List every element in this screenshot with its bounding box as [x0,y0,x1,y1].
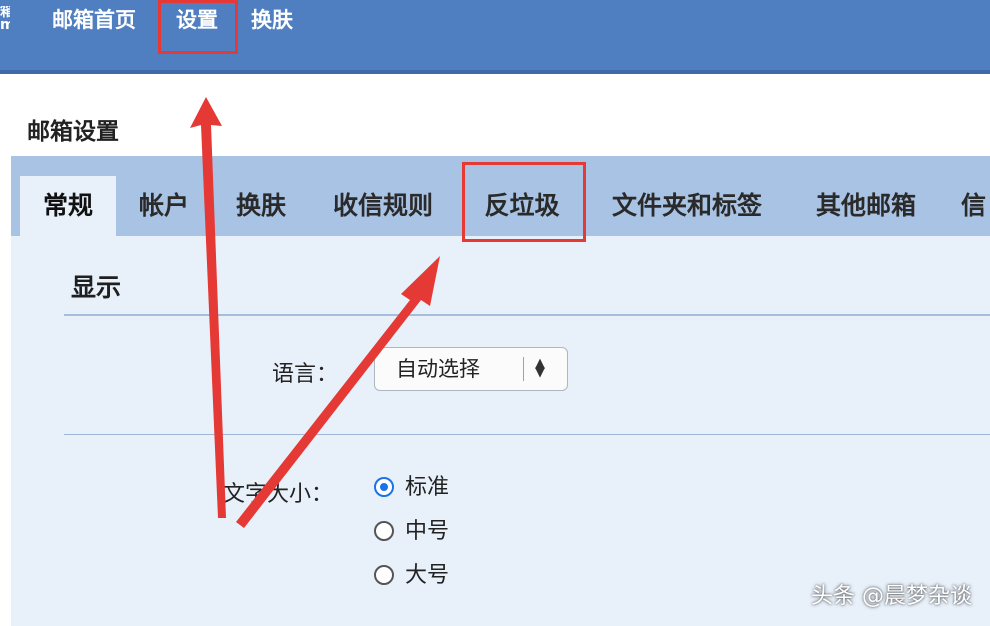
nav-mail-home[interactable]: 邮箱首页 [52,6,136,34]
radio-large[interactable] [374,565,394,585]
font-size-label: 文字大小： [223,482,334,507]
radio-label-standard: 标准 [405,475,450,500]
tab-general[interactable]: 常规 [20,176,116,236]
updown-arrows-icon: ▲ ▼ [535,356,545,380]
logo: 箱m [0,6,10,32]
tab-other-mailboxes[interactable]: 其他邮箱 [806,176,926,236]
page-title: 邮箱设置 [27,119,119,145]
tab-anti-spam[interactable]: 反垃圾 [463,176,581,236]
radio-medium[interactable] [374,521,394,541]
language-select-value: 自动选择 [396,357,480,381]
settings-panel: 邮箱设置 常规 帐户 换肤 收信规则 反垃圾 文件夹和标签 其他邮箱 信 显示 … [0,84,990,626]
tab-folders-labels[interactable]: 文件夹和标签 [601,176,773,236]
select-separator [523,357,524,381]
settings-content: 常规 帐户 换肤 收信规则 反垃圾 文件夹和标签 其他邮箱 信 显示 语言： 自… [11,156,990,626]
language-label: 语言： [272,362,339,387]
section-title-display: 显示 [71,273,122,302]
tab-mail-rules[interactable]: 收信规则 [321,176,445,236]
radio-label-large: 大号 [405,563,450,588]
top-nav-bar: 箱m 邮箱首页 设置 换肤 [0,0,990,74]
radio-label-medium: 中号 [405,519,450,544]
tab-account[interactable]: 帐户 [124,176,204,236]
watermark: 头条 @晨梦杂谈 [811,584,972,609]
field-divider [64,434,990,435]
tab-more[interactable]: 信 [961,176,990,236]
language-select[interactable]: 自动选择 ▲ ▼ [374,347,568,391]
nav-settings[interactable]: 设置 [176,6,218,34]
nav-skin[interactable]: 换肤 [251,6,293,34]
radio-standard[interactable] [374,477,394,497]
tab-skin[interactable]: 换肤 [221,176,301,236]
settings-tab-bar: 常规 帐户 换肤 收信规则 反垃圾 文件夹和标签 其他邮箱 信 [11,156,990,236]
section-divider [64,314,990,316]
